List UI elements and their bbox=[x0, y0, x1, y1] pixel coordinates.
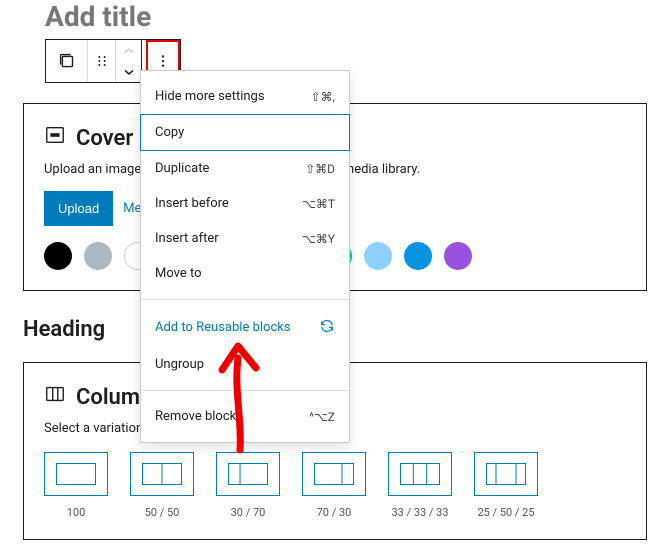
menu-item[interactable]: Hide more settings ⇧⌘, bbox=[141, 79, 349, 114]
menu-item[interactable]: Ungroup bbox=[141, 347, 349, 382]
variation-option[interactable] bbox=[130, 452, 194, 496]
variation-label: 70 / 30 bbox=[317, 506, 352, 519]
menu-shortcut: ⌥⌘T bbox=[302, 197, 335, 211]
move-up-button[interactable] bbox=[116, 40, 141, 61]
menu-item[interactable]: Insert after ⌥⌘Y bbox=[141, 221, 349, 256]
menu-shortcut: ⇧⌘D bbox=[305, 162, 335, 176]
variation-label: 33 / 33 / 33 bbox=[391, 506, 448, 519]
menu-item-label: Remove block bbox=[155, 409, 236, 424]
color-swatch[interactable] bbox=[364, 242, 392, 270]
upload-button[interactable]: Upload bbox=[44, 191, 113, 226]
cover-title: Cover bbox=[76, 126, 133, 151]
block-options-menu: Hide more settings ⇧⌘, Copy Duplicate ⇧⌘D Ins… bbox=[140, 70, 350, 443]
color-swatch[interactable] bbox=[44, 242, 72, 270]
menu-item[interactable]: Remove block ^⌥Z bbox=[141, 399, 349, 434]
variation-label: 100 bbox=[67, 506, 86, 519]
menu-item[interactable]: Move to bbox=[141, 256, 349, 291]
move-down-button[interactable] bbox=[116, 61, 141, 82]
variation-label: 30 / 70 bbox=[231, 506, 266, 519]
color-swatch[interactable] bbox=[444, 242, 472, 270]
menu-item-label: Add to Reusable blocks bbox=[155, 320, 291, 335]
variation-label: 50 / 50 bbox=[145, 506, 180, 519]
menu-item-label: Duplicate bbox=[155, 161, 209, 176]
menu-item[interactable]: Insert before ⌥⌘T bbox=[141, 186, 349, 221]
variation-option[interactable] bbox=[216, 452, 280, 496]
color-swatch[interactable] bbox=[404, 242, 432, 270]
menu-shortcut: ⇧⌘, bbox=[311, 90, 335, 104]
menu-item[interactable]: Add to Reusable blocks bbox=[141, 308, 349, 347]
page-title[interactable]: Add title bbox=[15, 0, 647, 33]
menu-item-label: Ungroup bbox=[155, 357, 204, 372]
drag-handle[interactable] bbox=[88, 40, 116, 82]
menu-item[interactable]: Copy bbox=[140, 114, 350, 151]
menu-shortcut: ^⌥Z bbox=[309, 410, 335, 424]
rotate-icon bbox=[319, 318, 335, 337]
variation-option[interactable] bbox=[474, 452, 538, 496]
menu-shortcut: ⌥⌘Y bbox=[302, 232, 335, 246]
menu-item-label: Hide more settings bbox=[155, 89, 265, 104]
transform-button[interactable] bbox=[46, 40, 88, 82]
menu-item-label: Move to bbox=[155, 266, 202, 281]
variation-label: 25 / 50 / 25 bbox=[477, 506, 534, 519]
color-swatch[interactable] bbox=[84, 242, 112, 270]
menu-item-label: Insert before bbox=[155, 196, 229, 211]
columns-icon bbox=[44, 383, 66, 411]
variation-option[interactable] bbox=[302, 452, 366, 496]
column-variations: 100 50 / 50 30 / 70 70 / 30 33 / 33 / 33 25 /… bbox=[44, 452, 626, 519]
menu-item[interactable]: Duplicate ⇧⌘D bbox=[141, 151, 349, 186]
menu-item-label: Insert after bbox=[155, 231, 219, 246]
variation-option[interactable] bbox=[44, 452, 108, 496]
variation-option[interactable] bbox=[388, 452, 452, 496]
cover-icon bbox=[44, 124, 66, 152]
menu-item-label: Copy bbox=[155, 125, 184, 140]
